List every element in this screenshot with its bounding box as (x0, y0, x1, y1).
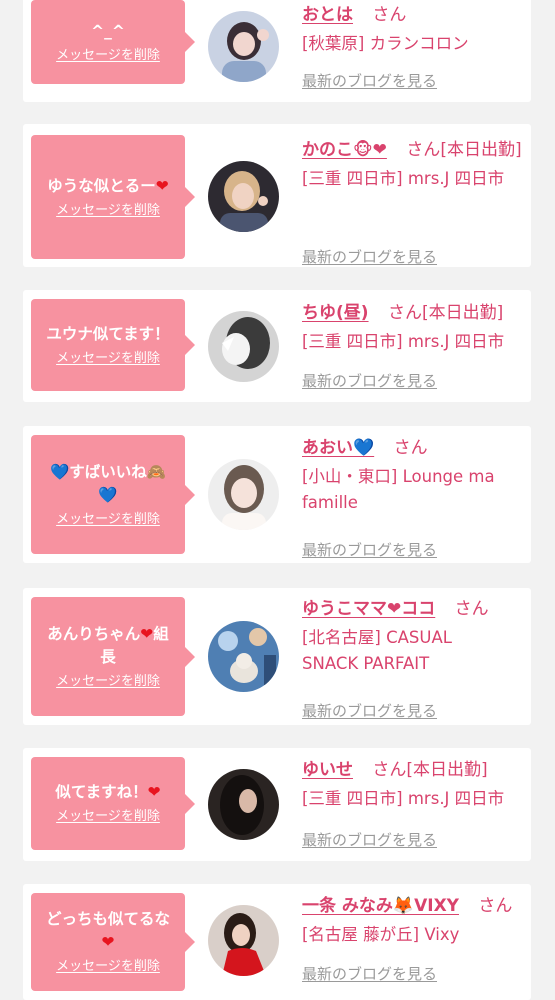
message-bubble: ユウナ似てます！ メッセージを削除 (31, 299, 195, 391)
delete-message-link[interactable]: メッセージを削除 (56, 511, 160, 529)
honorific: さん (372, 5, 407, 25)
avatar-image (208, 905, 279, 976)
heart-icon: ❤ (101, 933, 115, 951)
message-card: どっちも似てるな ❤ メッセージを削除 一条 みなみ🦊VIXY さん [名古屋 藤… (23, 884, 531, 1000)
honorific: さん (387, 303, 422, 323)
shop-name: [小山・東口] Lounge ma famille (302, 467, 495, 512)
blue-heart-icon: 💙 (49, 462, 70, 481)
avatar[interactable] (208, 11, 279, 82)
status-badge: [本日出勤] (440, 140, 522, 160)
avatar-image (208, 11, 279, 82)
message-bubble: ^_^ メッセージを削除 (31, 0, 195, 84)
honorific: さん (454, 599, 489, 619)
shop-name: [三重 四日市] mrs.J 四日市 (302, 332, 505, 351)
honorific: さん (372, 760, 407, 780)
avatar[interactable] (208, 621, 279, 692)
latest-blog-link[interactable]: 最新のブログを見る (302, 700, 437, 721)
message-bubble: 💙すばいいね🙈 💙 メッセージを削除 (31, 435, 195, 554)
honorific: さん (406, 140, 441, 160)
latest-blog-link[interactable]: 最新のブログを見る (302, 370, 437, 391)
latest-blog-link[interactable]: 最新のブログを見る (302, 963, 437, 984)
avatar[interactable] (208, 459, 279, 530)
user-name-link[interactable]: ゆうこママ❤ココ (302, 599, 435, 619)
avatar-image (208, 769, 279, 840)
user-info: かのこ🐵❤ さん[本日出勤] [三重 四日市] mrs.J 四日市 最新のブログ… (302, 136, 525, 266)
message-bubble: ゆうな似とるー❤ メッセージを削除 (31, 135, 195, 259)
message-card: 💙すばいいね🙈 💙 メッセージを削除 あおい💙 さん [小山・東口] Lounge… (23, 426, 531, 563)
delete-message-link[interactable]: メッセージを削除 (56, 47, 160, 65)
message-card: あんりちゃん❤組長 メッセージを削除 ゆうこママ❤ココ さん [北名古屋] CA… (23, 588, 531, 725)
message-bubble: どっちも似てるな ❤ メッセージを削除 (31, 893, 195, 991)
user-name-link[interactable]: ちゆ(昼) (302, 303, 369, 323)
avatar-image (208, 459, 279, 530)
message-text: ユウナ似てます！ (46, 324, 170, 343)
message-text: あんりちゃん❤組長 (47, 624, 169, 666)
shop-name: [名古屋 藤が丘] Vixy (302, 925, 460, 944)
user-info: ちゆ(昼) さん[本日出勤] [三重 四日市] mrs.J 四日市 最新のブログ… (302, 300, 525, 390)
latest-blog-link[interactable]: 最新のブログを見る (302, 829, 437, 850)
user-info: 一条 みなみ🦊VIXY さん [名古屋 藤が丘] Vixy 最新のブログを見る (302, 893, 525, 983)
status-badge: [本日出勤] (421, 303, 504, 323)
message-text: どっちも似てるな ❤ (45, 910, 170, 951)
user-info: おとは さん [秋葉原] カランコロン 最新のブログを見る (302, 2, 525, 90)
user-name-link[interactable]: おとは (302, 5, 353, 25)
heart-icon: ❤ (147, 783, 161, 801)
latest-blog-link[interactable]: 最新のブログを見る (302, 70, 437, 91)
message-card: ^_^ メッセージを削除 おとは さん [秋葉原] カランコロン 最新のブログを… (23, 0, 531, 102)
message-bubble: あんりちゃん❤組長 メッセージを削除 (31, 597, 195, 716)
message-text: 💙すばいいね🙈 💙 (49, 462, 167, 504)
shop-name: [三重 四日市] mrs.J 四日市 (302, 789, 505, 808)
avatar[interactable] (208, 769, 279, 840)
user-name-link[interactable]: かのこ🐵❤ (302, 140, 387, 160)
user-name-link[interactable]: 一条 みなみ🦊VIXY (302, 896, 459, 916)
heart-icon: ❤ (140, 624, 154, 643)
avatar-image (208, 311, 279, 382)
user-name-link[interactable]: ゆいせ (302, 760, 353, 780)
message-card: ゆうな似とるー❤ メッセージを削除 かのこ🐵❤ さん[本日出勤] [三重 四日市… (23, 124, 531, 267)
latest-blog-link[interactable]: 最新のブログを見る (302, 246, 437, 267)
status-badge: [本日出勤] (406, 760, 488, 780)
message-text: ^_^ (91, 21, 125, 40)
message-card: ユウナ似てます！ メッセージを削除 ちゆ(昼) さん[本日出勤] [三重 四日市… (23, 290, 531, 402)
message-text: 似てますね！❤ (55, 783, 161, 801)
user-info: あおい💙 さん [小山・東口] Lounge ma famille 最新のブログ… (302, 435, 525, 559)
blue-heart-icon: 💙 (98, 485, 118, 504)
avatar[interactable] (208, 161, 279, 232)
honorific: さん (478, 896, 513, 916)
shop-name: [北名古屋] CASUAL SNACK PARFAIT (302, 628, 452, 673)
delete-message-link[interactable]: メッセージを削除 (56, 958, 160, 976)
avatar-image (208, 161, 279, 232)
user-info: ゆいせ さん[本日出勤] [三重 四日市] mrs.J 四日市 最新のブログを見… (302, 757, 525, 849)
latest-blog-link[interactable]: 最新のブログを見る (302, 539, 437, 560)
heart-icon: ❤ (155, 176, 169, 195)
delete-message-link[interactable]: メッセージを削除 (56, 673, 160, 691)
user-info: ゆうこママ❤ココ さん [北名古屋] CASUAL SNACK PARFAIT … (302, 596, 525, 720)
shop-name: [秋葉原] カランコロン (302, 34, 469, 53)
avatar[interactable] (208, 311, 279, 382)
honorific: さん (393, 438, 428, 458)
delete-message-link[interactable]: メッセージを削除 (56, 808, 160, 826)
avatar[interactable] (208, 905, 279, 976)
message-bubble: 似てますね！❤ メッセージを削除 (31, 757, 195, 850)
delete-message-link[interactable]: メッセージを削除 (56, 350, 160, 368)
delete-message-link[interactable]: メッセージを削除 (56, 202, 160, 220)
message-text: ゆうな似とるー❤ (47, 176, 169, 195)
shop-name: [三重 四日市] mrs.J 四日市 (302, 169, 505, 188)
user-name-link[interactable]: あおい💙 (302, 438, 374, 458)
message-card: 似てますね！❤ メッセージを削除 ゆいせ さん[本日出勤] [三重 四日市] m… (23, 748, 531, 861)
avatar-image (208, 621, 279, 692)
